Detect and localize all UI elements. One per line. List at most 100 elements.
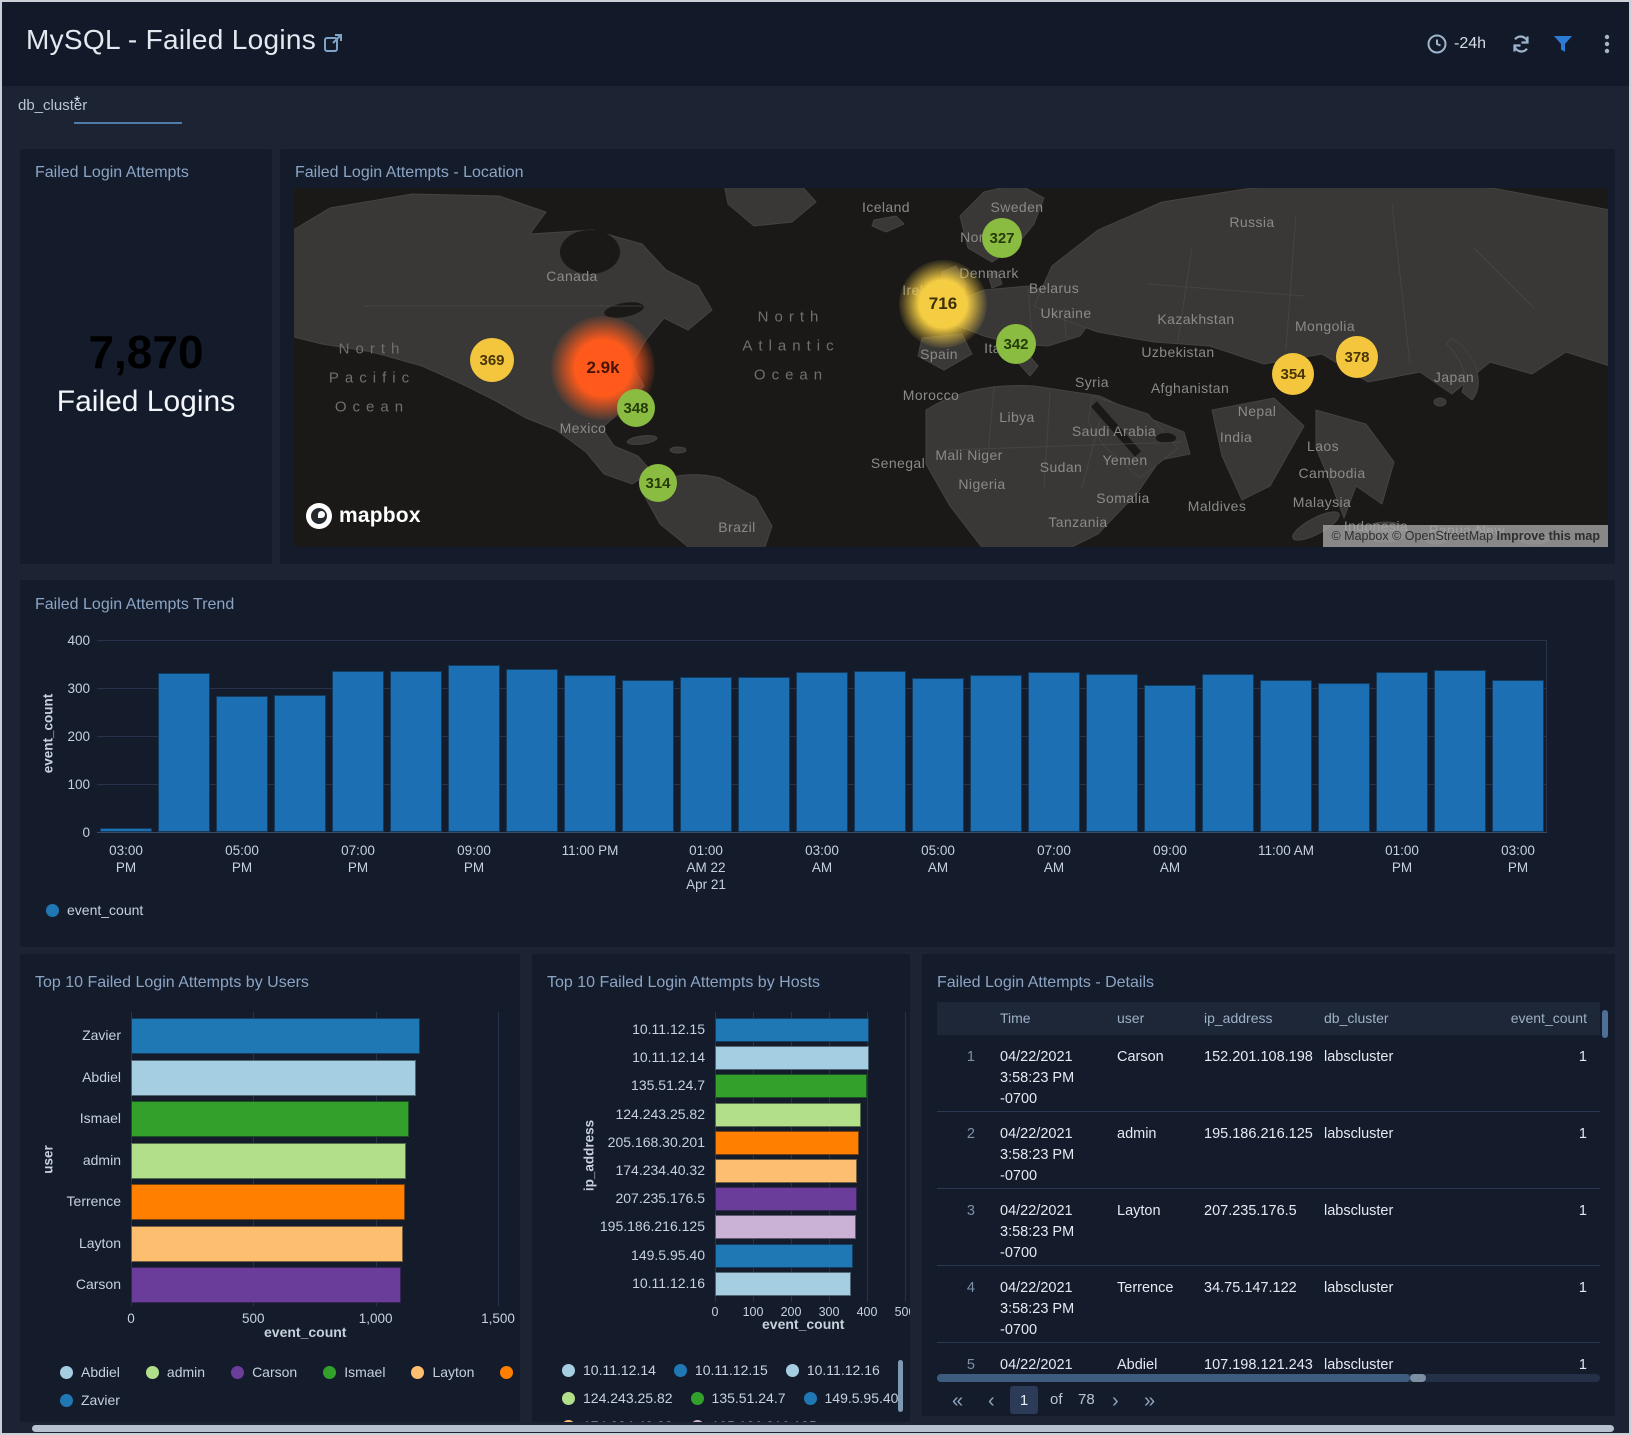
users-bar[interactable]: [131, 1226, 403, 1262]
map-cluster-bubble[interactable]: 348: [617, 389, 655, 427]
trend-bar[interactable]: [680, 677, 732, 832]
trend-bar[interactable]: [1028, 672, 1080, 832]
map-cluster-bubble[interactable]: 342: [996, 324, 1036, 364]
trend-bar[interactable]: [1260, 680, 1312, 832]
legend-item[interactable]: 10.11.12.14: [562, 1362, 656, 1378]
legend-item[interactable]: 10.11.12.15: [674, 1362, 768, 1378]
legend-item[interactable]: Abdiel: [60, 1364, 120, 1380]
users-bar[interactable]: [131, 1267, 401, 1303]
users-bar[interactable]: [131, 1143, 406, 1179]
hosts-bar[interactable]: [715, 1074, 867, 1098]
column-header-event_count[interactable]: event_count: [1511, 1010, 1587, 1026]
trend-bar[interactable]: [390, 671, 442, 832]
table-row[interactable]: 204/22/2021 3:58:23 PM -0700admin195.186…: [937, 1112, 1600, 1189]
world-map[interactable]: North Pacific OceanNorth Atlantic OceanI…: [294, 188, 1608, 547]
trend-bar[interactable]: [448, 665, 500, 832]
hosts-legend-scrollbar[interactable]: [898, 1360, 903, 1412]
trend-bar[interactable]: [1492, 680, 1544, 832]
map-cluster-bubble[interactable]: 354: [1272, 353, 1314, 395]
users-bar[interactable]: [131, 1101, 409, 1137]
hosts-category-label: 207.235.176.5: [532, 1190, 705, 1206]
column-header-ip_address[interactable]: ip_address: [1204, 1010, 1273, 1026]
hosts-bar[interactable]: [715, 1103, 861, 1127]
trend-bar[interactable]: [1086, 674, 1138, 832]
column-header-user[interactable]: user: [1117, 1010, 1144, 1026]
pagination-next-button[interactable]: ›: [1112, 1386, 1119, 1416]
legend-item[interactable]: Layton: [411, 1364, 474, 1380]
pagination-current-page[interactable]: 1: [1010, 1386, 1038, 1414]
map-cluster-bubble[interactable]: 327: [982, 218, 1022, 258]
trend-bar[interactable]: [158, 673, 210, 832]
pagination-last-button[interactable]: »: [1144, 1386, 1155, 1416]
trend-bar[interactable]: [1202, 674, 1254, 832]
cell-event-count: 1: [1579, 1124, 1587, 1145]
legend-item[interactable]: 124.243.25.82: [562, 1390, 673, 1406]
trend-bar[interactable]: [912, 678, 964, 832]
trend-bar[interactable]: [506, 669, 558, 832]
details-hscroll-nub[interactable]: [1410, 1374, 1426, 1382]
kebab-menu-icon[interactable]: [1596, 33, 1618, 55]
filter-icon[interactable]: [1552, 33, 1574, 55]
legend-item[interactable]: Terrence: [500, 1364, 520, 1380]
table-row[interactable]: 504/22/2021Abdiel107.198.121.243labsclus…: [937, 1343, 1600, 1374]
legend-item[interactable]: 149.5.95.40: [804, 1390, 899, 1406]
trend-bar[interactable]: [274, 695, 326, 832]
details-vscroll-thumb[interactable]: [1602, 1010, 1608, 1038]
trend-bar[interactable]: [854, 671, 906, 832]
table-row[interactable]: 304/22/2021 3:58:23 PM -0700Layton207.23…: [937, 1189, 1600, 1266]
trend-bar[interactable]: [796, 672, 848, 832]
trend-bar[interactable]: [564, 675, 616, 832]
hosts-bar[interactable]: [715, 1215, 856, 1239]
hosts-bar[interactable]: [715, 1046, 869, 1070]
trend-bar[interactable]: [100, 828, 152, 832]
refresh-icon[interactable]: [1510, 33, 1532, 55]
table-row[interactable]: 404/22/2021 3:58:23 PM -0700Terrence34.7…: [937, 1266, 1600, 1343]
hosts-bar[interactable]: [715, 1244, 853, 1268]
users-bar[interactable]: [131, 1018, 420, 1054]
pagination-prev-button[interactable]: ‹: [988, 1386, 995, 1416]
column-header-Time[interactable]: Time: [1000, 1010, 1031, 1026]
legend-item[interactable]: 135.51.24.7: [691, 1390, 786, 1406]
trend-bar[interactable]: [1318, 683, 1370, 832]
details-hscroll-thumb[interactable]: [937, 1374, 1410, 1382]
trend-bar[interactable]: [216, 696, 268, 832]
mapbox-logo[interactable]: mapbox: [306, 503, 421, 529]
trend-bar[interactable]: [1376, 672, 1428, 832]
legend-item[interactable]: 174.234.40.32: [562, 1418, 673, 1422]
legend-item[interactable]: 10.11.12.16: [786, 1362, 880, 1378]
table-row[interactable]: 104/22/2021 3:58:23 PM -0700Carson152.20…: [937, 1035, 1600, 1112]
hosts-bar[interactable]: [715, 1272, 851, 1296]
map-cluster-bubble[interactable]: 369: [470, 338, 514, 382]
clock-icon[interactable]: [1426, 33, 1448, 55]
legend-item[interactable]: admin: [146, 1364, 205, 1380]
filter-db-cluster-input[interactable]: *: [74, 94, 182, 124]
page-scrollbar[interactable]: [32, 1425, 1614, 1432]
legend-item[interactable]: 195.186.216.125: [691, 1418, 817, 1422]
hosts-bar[interactable]: [715, 1131, 859, 1155]
users-bar[interactable]: [131, 1184, 405, 1220]
trend-bar[interactable]: [332, 671, 384, 832]
map-cluster-bubble[interactable]: 314: [639, 464, 677, 502]
users-bar[interactable]: [131, 1060, 416, 1096]
hosts-bar[interactable]: [715, 1159, 857, 1183]
trend-bar[interactable]: [622, 680, 674, 832]
pagination-first-button[interactable]: «: [952, 1386, 963, 1416]
legend-item[interactable]: Zavier: [60, 1392, 120, 1408]
country-label: Nigeria: [958, 476, 1005, 492]
trend-bar[interactable]: [970, 675, 1022, 832]
map-cluster-bubble[interactable]: 378: [1336, 336, 1378, 378]
column-header-db_cluster[interactable]: db_cluster: [1324, 1010, 1389, 1026]
improve-this-map-link[interactable]: Improve this map: [1497, 529, 1601, 543]
hosts-bar[interactable]: [715, 1187, 857, 1211]
trend-bar[interactable]: [738, 677, 790, 832]
row-number: 1: [955, 1047, 975, 1068]
hosts-bar[interactable]: [715, 1018, 869, 1042]
legend-item-event-count[interactable]: event_count: [46, 902, 143, 918]
trend-bar[interactable]: [1434, 670, 1486, 832]
trend-bar[interactable]: [1144, 685, 1196, 832]
legend-item[interactable]: Carson: [231, 1364, 297, 1380]
map-cluster-bubble[interactable]: 716: [899, 260, 987, 348]
legend-item[interactable]: Ismael: [323, 1364, 385, 1380]
share-icon[interactable]: [322, 32, 344, 54]
time-range-value[interactable]: -24h: [1454, 35, 1486, 53]
